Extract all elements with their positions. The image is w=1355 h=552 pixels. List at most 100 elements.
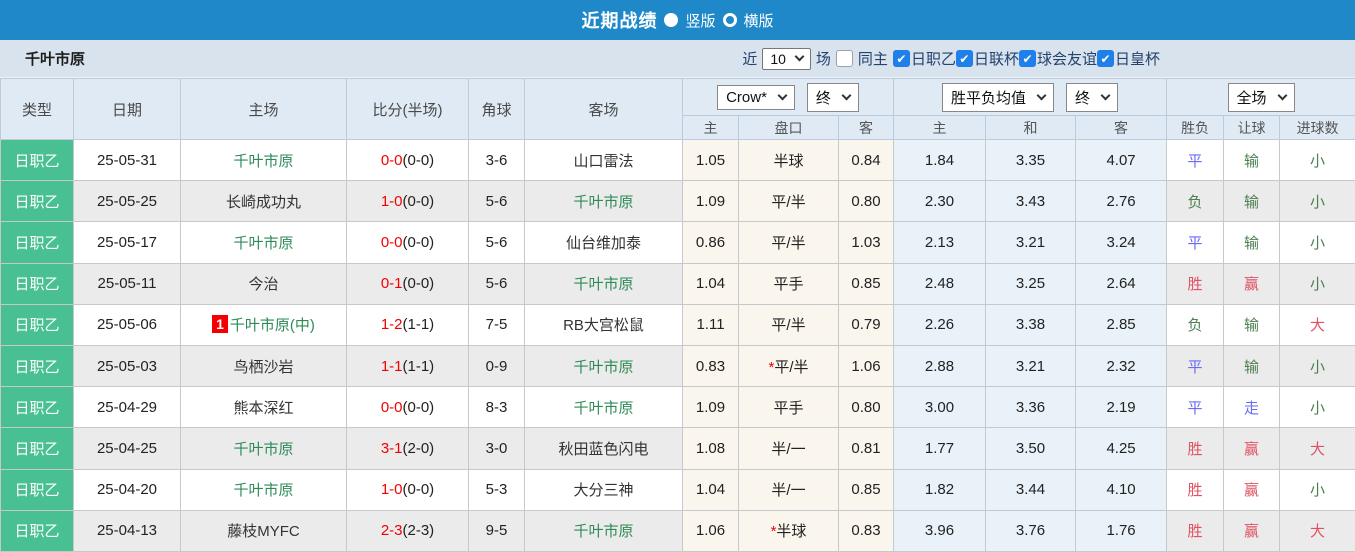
league-badge: 日职乙 xyxy=(0,262,74,305)
same-home-checkbox[interactable] xyxy=(835,50,853,67)
bookmaker-time-select[interactable]: 终 xyxy=(806,82,859,112)
result-wdl: 负 xyxy=(1166,180,1225,223)
home-team: 千叶市原 xyxy=(180,427,347,470)
match-row: 日职乙 25-05-17 千叶市原 0-0(0-0) 5-6 仙台维加泰 0.86 平/半 1.… xyxy=(0,221,1355,264)
result-goals: 小 xyxy=(1279,221,1355,264)
horizontal-layout-radio[interactable] xyxy=(722,13,737,27)
score: 1-0(0-0) xyxy=(346,180,469,223)
away-team: RB大宫松鼠 xyxy=(524,303,683,346)
odds-home: 1.09 xyxy=(682,386,739,429)
filter-controls: 近 10 场 同主 ✔ 日职乙 ✔ 日联杯 ✔ 球会友谊 ✔ 日皇杯 xyxy=(742,47,1160,70)
filter-bar: 千叶市原 近 10 场 同主 ✔ 日职乙 ✔ 日联杯 ✔ 球会友谊 ✔ 日皇杯 xyxy=(0,40,1355,78)
average-time-select[interactable]: 终 xyxy=(1066,82,1119,112)
league-label[interactable]: 日职乙 xyxy=(911,48,956,69)
away-team: 千叶市原 xyxy=(524,386,683,429)
sub-header-home-odds: 主 xyxy=(682,115,739,140)
match-date: 25-05-17 xyxy=(73,221,181,264)
result-wdl: 胜 xyxy=(1166,468,1225,511)
sub-header-avg-away: 客 xyxy=(1075,115,1168,140)
league-badge: 日职乙 xyxy=(0,221,74,264)
match-date: 25-04-25 xyxy=(73,427,181,470)
col-header-home: 主场 xyxy=(180,78,347,140)
league-filter: ✔ 日职乙 xyxy=(892,48,956,69)
result-wdl: 胜 xyxy=(1166,262,1225,305)
odds-away: 0.84 xyxy=(837,138,895,182)
odds-away: 0.79 xyxy=(837,303,895,346)
vertical-layout-label[interactable]: 竖版 xyxy=(685,10,715,31)
avg-away: 2.85 xyxy=(1075,303,1168,346)
odds-home: 1.11 xyxy=(682,303,739,346)
league-filter: ✔ 日皇杯 xyxy=(1096,48,1160,69)
vertical-layout-radio[interactable] xyxy=(664,13,679,27)
match-date: 25-04-13 xyxy=(73,509,181,552)
league-checkbox[interactable]: ✔ xyxy=(892,50,910,67)
handicap: 半/一 xyxy=(738,468,839,511)
match-row: 日职乙 25-05-03 鸟栖沙岩 1-1(1-1) 0-9 千叶市原 0.83 *平/半 1.… xyxy=(0,344,1355,388)
result-handicap: 输 xyxy=(1223,138,1281,182)
score: 2-3(2-3) xyxy=(346,509,469,552)
result-goals: 小 xyxy=(1279,468,1355,511)
home-team: 长崎成功丸 xyxy=(180,180,347,223)
odds-away: 0.81 xyxy=(837,427,895,470)
match-count-select[interactable]: 10 xyxy=(762,47,811,70)
avg-draw: 3.44 xyxy=(985,468,1077,511)
score: 0-1(0-0) xyxy=(346,262,469,305)
score: 1-2(1-1) xyxy=(346,303,469,346)
league-filters: ✔ 日职乙 ✔ 日联杯 ✔ 球会友谊 ✔ 日皇杯 xyxy=(892,48,1160,69)
odds-away: 0.85 xyxy=(837,468,895,511)
odds-away: 0.85 xyxy=(837,262,895,305)
match-row: 日职乙 25-05-31 千叶市原 0-0(0-0) 3-6 山口雷法 1.05 半球 0.84… xyxy=(0,138,1355,182)
league-label[interactable]: 日联杯 xyxy=(974,48,1019,69)
league-label[interactable]: 球会友谊 xyxy=(1037,48,1097,69)
sub-header-avg-home: 主 xyxy=(893,115,987,140)
score: 0-0(0-0) xyxy=(346,221,469,264)
avg-away: 4.10 xyxy=(1075,468,1168,511)
match-row: 日职乙 25-04-29 熊本深红 0-0(0-0) 8-3 千叶市原 1.09 平手 0.80… xyxy=(0,386,1355,429)
average-odds-select[interactable]: 胜平负均值 xyxy=(942,82,1055,112)
league-checkbox[interactable]: ✔ xyxy=(1018,50,1036,67)
same-home-label[interactable]: 同主 xyxy=(858,48,888,69)
league-badge: 日职乙 xyxy=(0,386,74,429)
odds-home: 1.09 xyxy=(682,180,739,223)
score: 0-0(0-0) xyxy=(346,386,469,429)
result-wdl: 胜 xyxy=(1166,509,1225,552)
avg-draw: 3.35 xyxy=(985,138,1077,182)
bookmaker-select[interactable]: Crow* xyxy=(717,84,795,110)
result-handicap: 赢 xyxy=(1223,468,1281,511)
scope-select[interactable]: 全场 xyxy=(1227,82,1295,112)
away-team: 千叶市原 xyxy=(524,180,683,223)
match-row: 日职乙 25-05-06 1 千叶市原(中) 1-2(1-1) 7-5 RB大宫松鼠 1.11… xyxy=(0,303,1355,346)
top-title-bar: 近期战绩 竖版 横版 xyxy=(0,0,1355,40)
col-header-corners: 角球 xyxy=(468,78,525,140)
result-wdl: 负 xyxy=(1166,303,1225,346)
avg-draw: 3.43 xyxy=(985,180,1077,223)
odds-home: 1.04 xyxy=(682,262,739,305)
score: 1-1(1-1) xyxy=(346,344,469,388)
result-wdl: 平 xyxy=(1166,344,1225,388)
odds-home: 1.05 xyxy=(682,138,739,182)
avg-away: 2.76 xyxy=(1075,180,1168,223)
match-date: 25-05-06 xyxy=(73,303,181,346)
result-goals: 小 xyxy=(1279,180,1355,223)
score: 1-0(0-0) xyxy=(346,468,469,511)
odds-home: 0.83 xyxy=(682,344,739,388)
home-team: 藤枝MYFC xyxy=(180,509,347,552)
match-date: 25-04-29 xyxy=(73,386,181,429)
league-label[interactable]: 日皇杯 xyxy=(1115,48,1160,69)
result-wdl: 平 xyxy=(1166,386,1225,429)
league-checkbox[interactable]: ✔ xyxy=(955,50,973,67)
handicap: *平/半 xyxy=(738,344,839,388)
horizontal-layout-label[interactable]: 横版 xyxy=(744,10,774,31)
bookmaker-group-header: Crow* 终 xyxy=(681,78,895,116)
corners: 5-6 xyxy=(468,262,525,305)
sub-header-result: 胜负 xyxy=(1166,115,1225,140)
odds-home: 0.86 xyxy=(682,221,739,264)
match-date: 25-05-25 xyxy=(73,180,181,223)
col-header-away: 客场 xyxy=(524,78,683,140)
avg-home: 3.00 xyxy=(893,386,987,429)
away-team: 山口雷法 xyxy=(524,138,683,182)
chevron-down-icon xyxy=(794,51,805,62)
match-date: 25-05-31 xyxy=(73,138,181,182)
league-badge: 日职乙 xyxy=(0,468,74,511)
league-checkbox[interactable]: ✔ xyxy=(1096,50,1114,67)
